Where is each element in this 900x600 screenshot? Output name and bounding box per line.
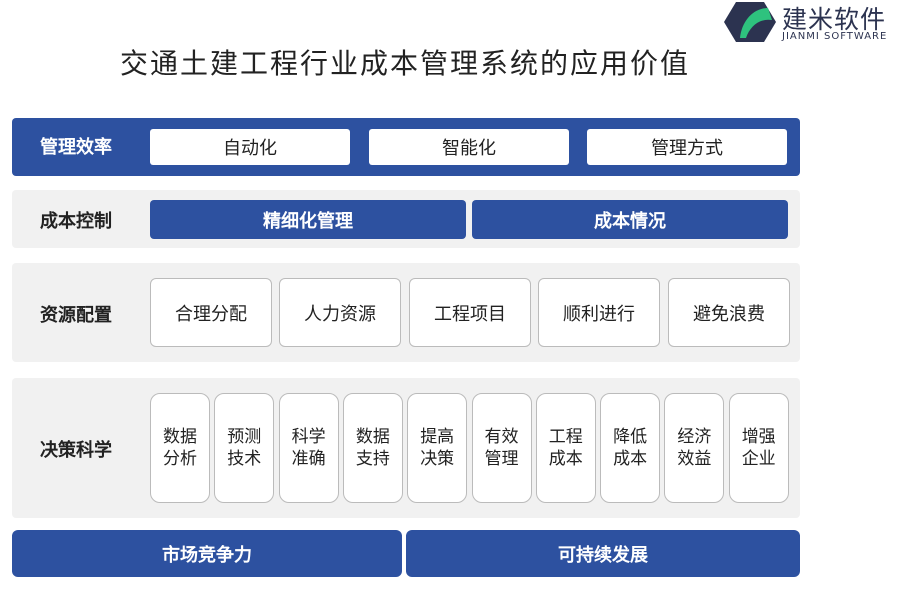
logo-text-en: JIANMI SOFTWARE: [782, 31, 888, 42]
bottom-box: 可持续发展: [406, 530, 800, 577]
logo: 建米软件 JIANMI SOFTWARE: [724, 0, 900, 44]
item-chip: 精细化管理: [150, 200, 466, 239]
item-chip: 科学准确: [278, 393, 339, 503]
row-management-efficiency: 管理效率 自动化 智能化 管理方式: [12, 118, 800, 176]
item-chip: 工程成本: [535, 393, 596, 503]
page-title: 交通土建工程行业成本管理系统的应用价值: [119, 47, 690, 80]
item-chip: 成本情况: [472, 200, 788, 239]
item-chip: 工程项目: [409, 278, 531, 347]
item-chip: 人力资源: [279, 278, 401, 347]
bottom-box: 市场竞争力: [12, 530, 402, 577]
item-chip: 数据分析: [150, 393, 210, 503]
row-resource-allocation: 资源配置 合理分配 人力资源 工程项目 顺利进行 避免浪费: [12, 263, 800, 362]
item-chip: 提高决策: [407, 393, 468, 503]
item-chip: 自动化: [150, 129, 350, 165]
row-label: 资源配置: [40, 305, 112, 326]
item-chip: 避免浪费: [668, 278, 790, 347]
item-chip: 有效管理: [471, 393, 532, 503]
item-chip: 增强企业: [728, 393, 789, 503]
row-scientific-decision: 决策科学 数据分析 预测技术 科学准确 数据支持 提高决策 有效管理 工程成本 降低成本 经济效…: [12, 378, 800, 518]
item-chip: 合理分配: [150, 278, 272, 347]
logo-icon: [724, 2, 776, 42]
item-chip: 管理方式: [587, 129, 787, 165]
row-label: 管理效率: [40, 137, 112, 158]
item-chip: 预测技术: [214, 393, 275, 503]
item-chip: 数据支持: [342, 393, 403, 503]
row-label: 决策科学: [40, 440, 112, 461]
item-chip: 降低成本: [600, 393, 661, 503]
item-chip: 顺利进行: [538, 278, 660, 347]
item-chip: 智能化: [369, 129, 569, 165]
item-chip: 经济效益: [664, 393, 725, 503]
row-label: 成本控制: [40, 211, 112, 232]
row-cost-control: 成本控制 精细化管理 成本情况: [12, 190, 800, 248]
